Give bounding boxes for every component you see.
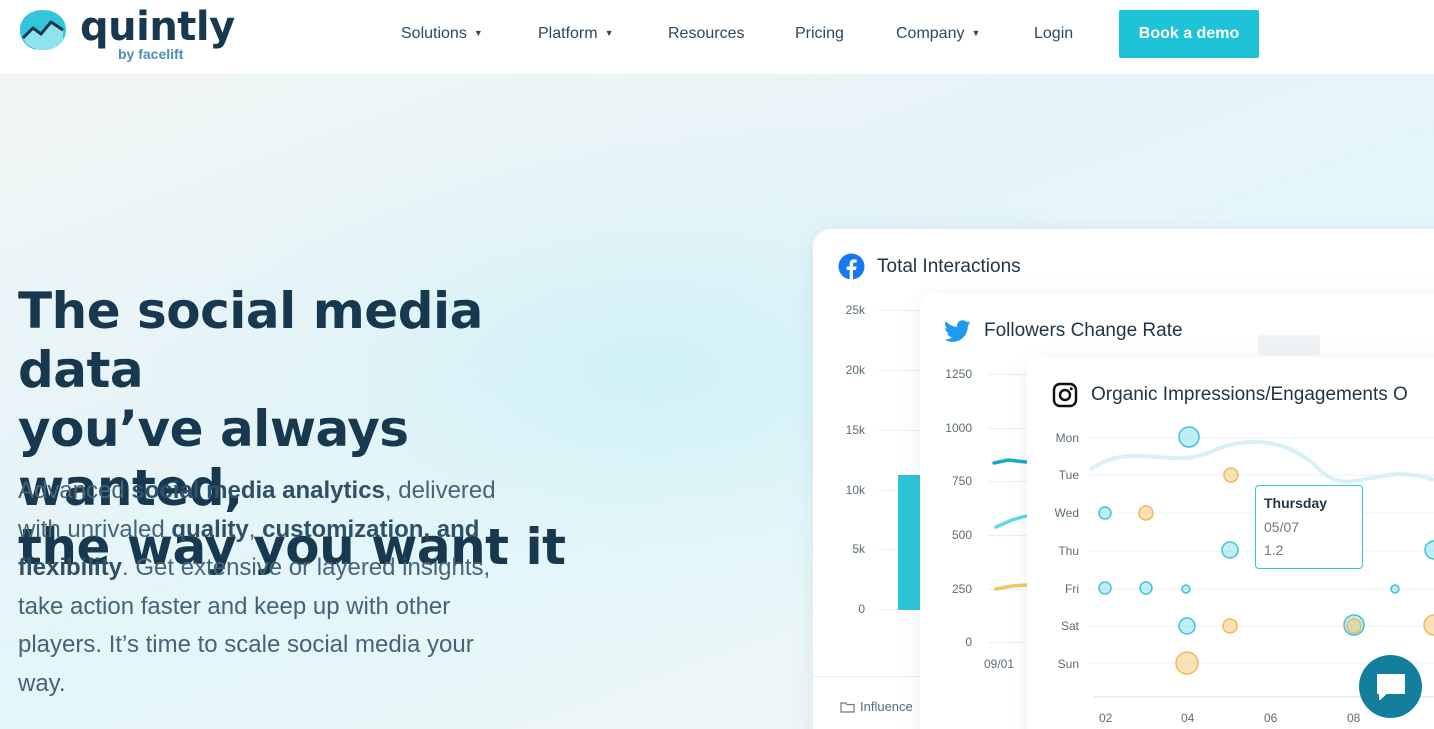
ig-day-label: Mon bbox=[1055, 431, 1079, 445]
ig-day-label: Sat bbox=[1060, 619, 1079, 633]
caret-down-icon: ▼ bbox=[971, 28, 981, 38]
hero-text: Advanced bbox=[18, 477, 132, 504]
tw-xtick: 09/01 bbox=[984, 657, 1015, 671]
nav-pricing[interactable]: Pricing bbox=[795, 25, 844, 43]
nav-company[interactable]: Company ▼ bbox=[896, 25, 980, 43]
tooltip-value: 1.2 bbox=[1264, 542, 1284, 558]
chat-icon bbox=[1376, 673, 1405, 700]
twitter-icon bbox=[945, 320, 971, 342]
book-demo-button[interactable]: Book a demo bbox=[1119, 10, 1259, 58]
nav-solutions[interactable]: Solutions ▼ bbox=[401, 25, 483, 43]
fb-bar bbox=[898, 475, 920, 610]
twitter-card-title: Followers Change Rate bbox=[984, 320, 1183, 341]
logo-mark-icon bbox=[20, 10, 66, 50]
twitter-legend-chip bbox=[1258, 335, 1320, 355]
ig-xtick: 04 bbox=[1181, 711, 1195, 725]
gridline bbox=[878, 310, 923, 311]
fb-ytick: 20k bbox=[845, 363, 865, 377]
ig-day-label: Wed bbox=[1054, 506, 1079, 520]
tw-ytick: 500 bbox=[951, 528, 972, 542]
nav-platform-label: Platform bbox=[538, 25, 598, 42]
gridline bbox=[988, 642, 1028, 643]
ig-day-label: Tue bbox=[1058, 468, 1079, 482]
facebook-icon bbox=[838, 253, 865, 280]
hero-text-bold: customization, and bbox=[262, 515, 480, 543]
hero-text: take action faster and keep up with othe… bbox=[18, 592, 451, 620]
hero-text-bold: flexibility bbox=[18, 554, 123, 581]
fb-folder-label[interactable]: Influence bbox=[860, 699, 913, 714]
tw-ytick: 1250 bbox=[945, 367, 972, 381]
logo-tagline: by facelift bbox=[118, 46, 184, 62]
instagram-card-title: Organic Impressions/Engagements O bbox=[1091, 384, 1408, 405]
nav-platform[interactable]: Platform ▼ bbox=[538, 25, 614, 43]
nav-login[interactable]: Login bbox=[1034, 25, 1073, 43]
ig-xtick: 08 bbox=[1347, 711, 1361, 725]
tw-ytick: 1000 bbox=[945, 421, 972, 435]
gridline bbox=[878, 430, 923, 431]
gridline bbox=[988, 428, 1028, 429]
ig-xtick: 06 bbox=[1264, 711, 1278, 725]
caret-down-icon: ▼ bbox=[473, 28, 483, 38]
nav-resources[interactable]: Resources bbox=[668, 25, 744, 43]
site-header: quintly by facelift Solutions ▼ Platform ▼… bbox=[0, 0, 1434, 74]
tw-ytick: 0 bbox=[965, 635, 972, 649]
hero-text: , bbox=[248, 515, 263, 543]
chat-widget-button[interactable] bbox=[1359, 655, 1422, 718]
hero-description: Advanced social media analytics, deliver… bbox=[18, 472, 563, 703]
hero-text: , delivered bbox=[384, 477, 496, 504]
hero-text: players. It’s time to scale social media… bbox=[18, 631, 474, 658]
nav-company-label: Company bbox=[896, 25, 965, 42]
fb-ytick: 5k bbox=[852, 542, 865, 556]
nav-solutions-label: Solutions bbox=[401, 25, 467, 42]
hero-text: . Get extensive or layered insights, bbox=[122, 554, 491, 581]
facebook-card-title: Total Interactions bbox=[877, 256, 1021, 277]
fb-ytick: 0 bbox=[858, 602, 865, 616]
card-divider bbox=[813, 676, 933, 677]
hero-title-line-1: The social media data bbox=[18, 282, 483, 399]
hero-text-bold: quality bbox=[171, 515, 249, 543]
fb-ytick: 25k bbox=[845, 303, 865, 317]
ig-day-label: Thu bbox=[1058, 544, 1079, 558]
folder-icon bbox=[840, 702, 855, 713]
quintly-logo[interactable]: quintly by facelift bbox=[18, 4, 235, 64]
instagram-icon bbox=[1052, 382, 1078, 408]
tw-ytick: 750 bbox=[951, 474, 972, 488]
chart-tooltip: Thursday 05/07 1.2 bbox=[1255, 485, 1363, 569]
tooltip-date: 05/07 bbox=[1264, 519, 1300, 535]
caret-down-icon: ▼ bbox=[604, 28, 614, 38]
tooltip-title: Thursday bbox=[1264, 495, 1328, 511]
hero-text: with unrivaled bbox=[18, 515, 172, 543]
ig-day-label: Fri bbox=[1065, 582, 1079, 596]
twitter-lines bbox=[992, 458, 1028, 591]
logo-wordmark: quintly bbox=[80, 4, 235, 50]
gridline bbox=[988, 374, 1028, 375]
ig-day-label: Sun bbox=[1057, 657, 1079, 671]
gridline bbox=[878, 370, 923, 371]
hero-text: way. bbox=[18, 669, 66, 697]
ig-xtick: 02 bbox=[1099, 711, 1113, 725]
tw-ytick: 250 bbox=[951, 582, 972, 596]
hero-text-bold: social media analytics bbox=[131, 477, 385, 504]
fb-ytick: 10k bbox=[845, 483, 865, 497]
fb-ytick: 15k bbox=[845, 423, 865, 437]
